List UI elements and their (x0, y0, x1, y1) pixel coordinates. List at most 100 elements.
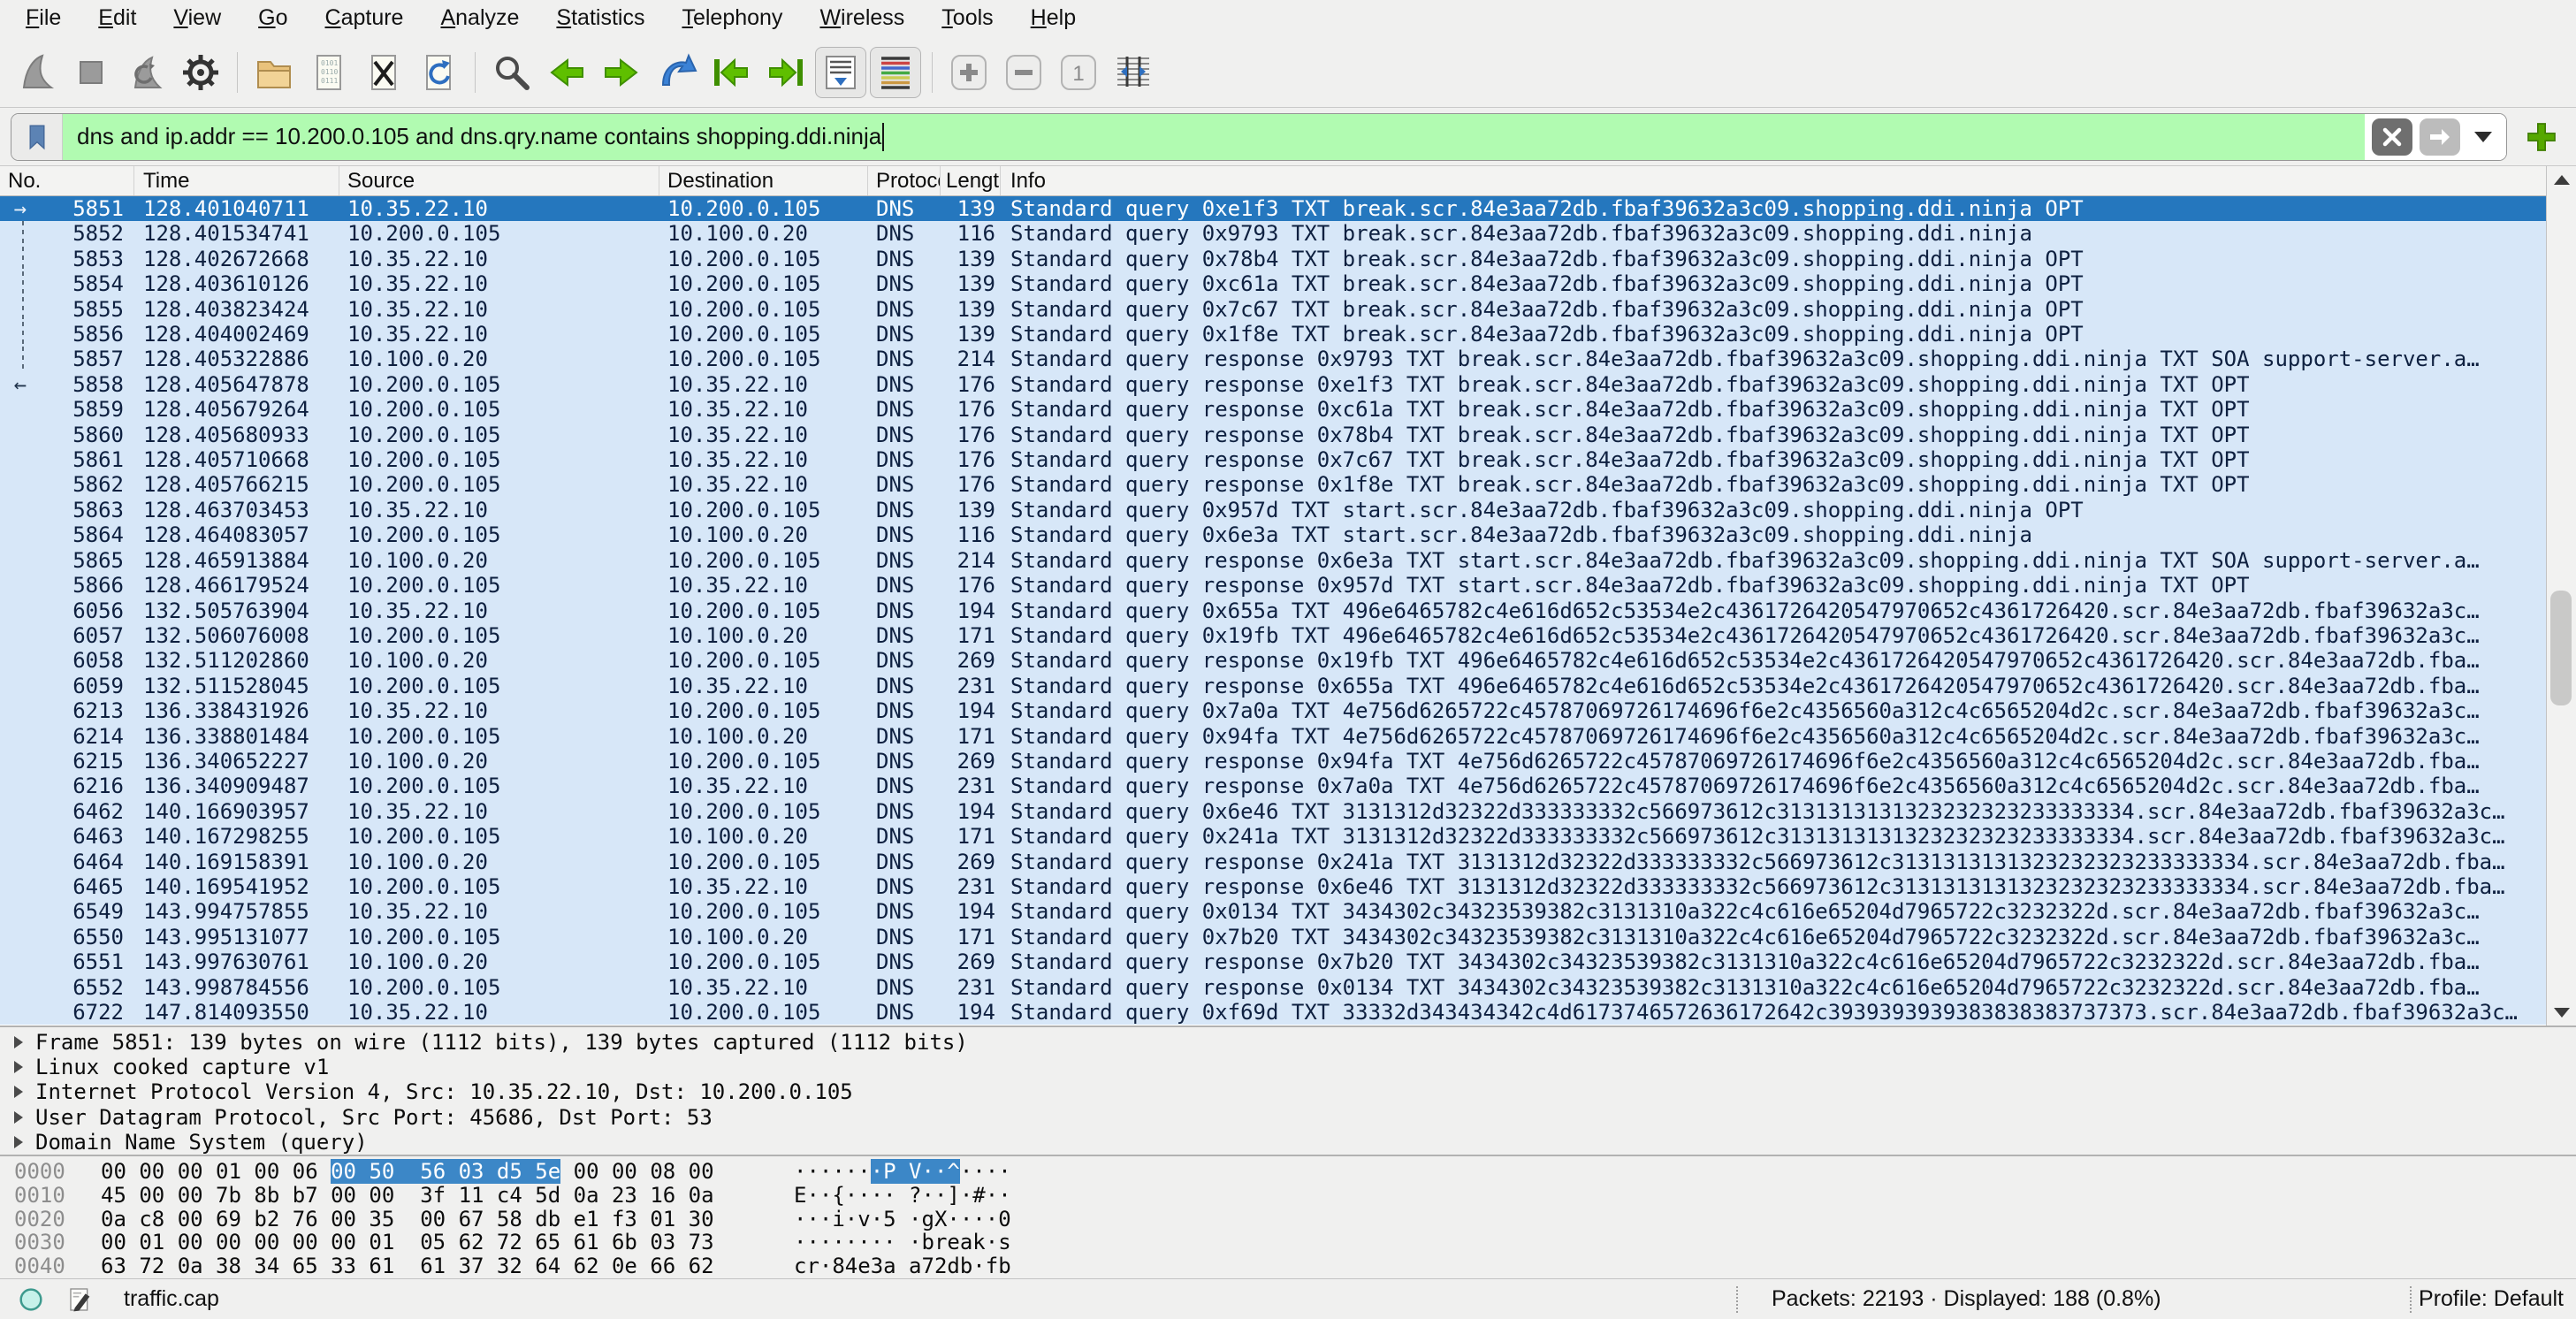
menu-item-statistics[interactable]: Statistics (537, 3, 663, 35)
packet-row[interactable]: 6549143.99475785510.35.22.1010.200.0.105… (0, 899, 2576, 924)
expand-arrow-icon[interactable] (14, 1036, 23, 1048)
packet-row[interactable]: 6465140.16954195210.200.0.10510.35.22.10… (0, 874, 2576, 899)
packet-row[interactable]: 5857128.40532288610.100.0.2010.200.0.105… (0, 347, 2576, 371)
last-packet-icon[interactable] (760, 47, 812, 98)
menu-item-go[interactable]: Go (240, 3, 306, 35)
expand-arrow-icon[interactable] (14, 1061, 23, 1073)
column-header-destination[interactable]: Destination (659, 166, 868, 195)
scroll-up-button[interactable] (2547, 166, 2576, 193)
scroll-down-button[interactable] (2547, 999, 2576, 1025)
stop-capture-icon[interactable] (65, 47, 117, 98)
packet-row[interactable]: 5854128.40361012610.35.22.1010.200.0.105… (0, 271, 2576, 296)
packet-row[interactable]: 6058132.51120286010.100.0.2010.200.0.105… (0, 648, 2576, 673)
display-filter-input[interactable]: dns and ip.addr == 10.200.0.105 and dns.… (63, 114, 2365, 160)
packet-row[interactable]: 5865128.46591388410.100.0.2010.200.0.105… (0, 548, 2576, 573)
expand-arrow-icon[interactable] (14, 1086, 23, 1098)
packet-row[interactable]: 5862128.40576621510.200.0.10510.35.22.10… (0, 472, 2576, 497)
scrollbar-thumb[interactable] (2550, 591, 2572, 705)
packet-row[interactable]: 5860128.40568093310.200.0.10510.35.22.10… (0, 423, 2576, 447)
colorize-icon[interactable] (870, 47, 921, 98)
packet-row[interactable]: 6216136.34090948710.200.0.10510.35.22.10… (0, 774, 2576, 798)
clear-filter-button[interactable] (2372, 118, 2412, 156)
packet-row[interactable]: 5852128.40153474110.200.0.10510.100.0.20… (0, 221, 2576, 246)
packet-row[interactable]: 6215136.34065222710.100.0.2010.200.0.105… (0, 749, 2576, 774)
apply-filter-button[interactable] (2420, 118, 2460, 156)
open-file-icon[interactable] (248, 47, 300, 98)
packet-row[interactable]: ←5858128.40564787810.200.0.10510.35.22.1… (0, 372, 2576, 397)
hex-row[interactable]: 001045 00 00 7b 8b b7 00 00 3f 11 c4 5d … (0, 1184, 2576, 1208)
expand-arrow-icon[interactable] (14, 1111, 23, 1124)
add-filter-button[interactable] (2518, 113, 2565, 161)
previous-packet-icon[interactable] (541, 47, 592, 98)
menu-item-file[interactable]: File (7, 3, 80, 35)
packet-row[interactable]: 5863128.46370345310.35.22.1010.200.0.105… (0, 498, 2576, 522)
packet-row[interactable]: 5853128.40267266810.35.22.1010.200.0.105… (0, 247, 2576, 271)
menu-item-edit[interactable]: Edit (80, 3, 155, 35)
menu-item-help[interactable]: Help (1012, 3, 1094, 35)
menu-item-telephony[interactable]: Telephony (663, 3, 801, 35)
zoom-in-icon[interactable] (943, 47, 995, 98)
packet-row[interactable]: 6552143.99878455610.200.0.10510.35.22.10… (0, 975, 2576, 1000)
capture-options-icon[interactable] (175, 47, 226, 98)
column-header-time[interactable]: Time (134, 166, 339, 195)
next-packet-icon[interactable] (596, 47, 647, 98)
menu-item-capture[interactable]: Capture (307, 3, 423, 35)
packet-row[interactable]: 6551143.99763076110.100.0.2010.200.0.105… (0, 949, 2576, 974)
packet-row[interactable]: 6059132.51152804510.200.0.10510.35.22.10… (0, 674, 2576, 698)
resize-columns-icon[interactable] (1108, 47, 1159, 98)
column-header-length[interactable]: Length (941, 166, 1001, 195)
menu-item-view[interactable]: View (155, 3, 240, 35)
close-file-icon[interactable] (358, 47, 409, 98)
packet-row[interactable]: 6464140.16915839110.100.0.2010.200.0.105… (0, 850, 2576, 874)
packet-row[interactable]: 6213136.33843192610.35.22.1010.200.0.105… (0, 698, 2576, 723)
reload-file-icon[interactable] (413, 47, 464, 98)
column-header-no[interactable]: No. (0, 166, 134, 195)
find-packet-icon[interactable] (486, 47, 537, 98)
menu-item-analyze[interactable]: Analyze (422, 3, 537, 35)
packet-row[interactable]: 5861128.40571066810.200.0.10510.35.22.10… (0, 447, 2576, 472)
column-header-info[interactable]: Info (1001, 166, 2576, 195)
start-capture-icon[interactable] (11, 47, 62, 98)
packet-row[interactable]: 6463140.16729825510.200.0.10510.100.0.20… (0, 824, 2576, 849)
column-header-protocol[interactable]: Protocol (868, 166, 941, 195)
packet-row[interactable]: 5866128.46617952410.200.0.10510.35.22.10… (0, 573, 2576, 598)
filter-history-dropdown[interactable] (2460, 114, 2506, 160)
capture-comment-icon[interactable] (65, 1285, 94, 1315)
zoom-100-icon[interactable]: 1 (1053, 47, 1104, 98)
packet-list-scrollbar[interactable] (2546, 166, 2576, 1025)
display-filter-field[interactable]: dns and ip.addr == 10.200.0.105 and dns.… (11, 113, 2507, 161)
hex-row[interactable]: 000000 00 00 01 00 06 00 50 56 03 d5 5e … (0, 1160, 2576, 1184)
restart-capture-icon[interactable] (120, 47, 171, 98)
hex-row[interactable]: 003000 01 00 00 00 00 00 01 05 62 72 65 … (0, 1231, 2576, 1254)
expert-info-icon[interactable] (16, 1285, 46, 1315)
packet-row[interactable]: 5855128.40382342410.35.22.1010.200.0.105… (0, 297, 2576, 322)
packet-row[interactable]: 6056132.50576390410.35.22.1010.200.0.105… (0, 599, 2576, 623)
detail-row[interactable]: User Datagram Protocol, Src Port: 45686,… (0, 1105, 2576, 1130)
menu-item-tools[interactable]: Tools (923, 3, 1011, 35)
packet-row[interactable]: 5859128.40567926410.200.0.10510.35.22.10… (0, 397, 2576, 422)
packet-row[interactable]: 5856128.40400246910.35.22.1010.200.0.105… (0, 322, 2576, 347)
hex-row[interactable]: 004063 72 0a 38 34 65 33 61 61 37 32 64 … (0, 1254, 2576, 1278)
menu-item-wireless[interactable]: Wireless (801, 3, 923, 35)
auto-scroll-icon[interactable] (815, 47, 866, 98)
packet-row[interactable]: →5851128.40104071110.35.22.1010.200.0.10… (0, 196, 2576, 221)
packet-row[interactable]: 5864128.46408305710.200.0.10510.100.0.20… (0, 522, 2576, 547)
go-to-packet-icon[interactable] (651, 47, 702, 98)
detail-row[interactable]: Frame 5851: 139 bytes on wire (1112 bits… (0, 1030, 2576, 1055)
filter-bookmark-button[interactable] (11, 114, 63, 160)
detail-row[interactable]: Domain Name System (query) (0, 1130, 2576, 1155)
packet-row[interactable]: 6057132.50607600810.200.0.10510.100.0.20… (0, 623, 2576, 648)
column-header-source[interactable]: Source (339, 166, 659, 195)
hex-row[interactable]: 00200a c8 00 69 b2 76 00 35 00 67 58 db … (0, 1208, 2576, 1231)
detail-row[interactable]: Internet Protocol Version 4, Src: 10.35.… (0, 1079, 2576, 1104)
first-packet-icon[interactable] (705, 47, 757, 98)
zoom-out-icon[interactable] (998, 47, 1049, 98)
detail-row[interactable]: Linux cooked capture v1 (0, 1055, 2576, 1079)
packet-row[interactable]: 6722147.81409355010.35.22.1010.200.0.105… (0, 1000, 2576, 1025)
expand-arrow-icon[interactable] (14, 1136, 23, 1148)
packet-row[interactable]: 6462140.16690395710.35.22.1010.200.0.105… (0, 799, 2576, 824)
packet-row[interactable]: 6550143.99513107710.200.0.10510.100.0.20… (0, 925, 2576, 949)
save-file-icon[interactable]: 010101100111 (303, 47, 354, 98)
packet-row[interactable]: 6214136.33880148410.200.0.10510.100.0.20… (0, 724, 2576, 749)
profile-status[interactable]: Profile: Default (2419, 1286, 2564, 1312)
